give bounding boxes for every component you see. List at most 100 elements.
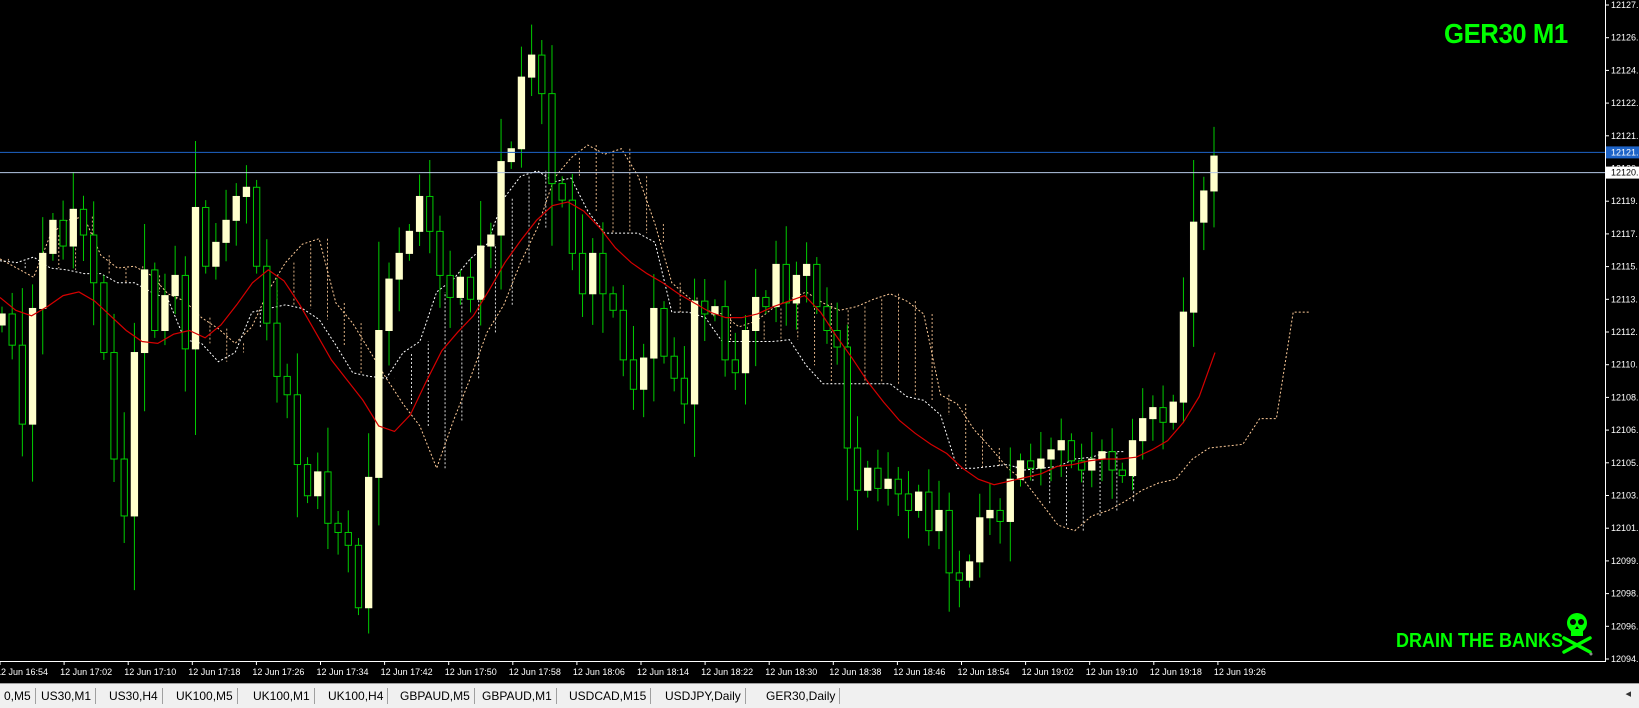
candle-bull bbox=[986, 509, 994, 519]
candle-bull bbox=[527, 54, 536, 78]
candle-bull bbox=[1057, 440, 1065, 451]
price-label: 12094. bbox=[1611, 654, 1639, 664]
candle-bear bbox=[151, 269, 159, 331]
candle-bear bbox=[568, 199, 577, 254]
candle-bull bbox=[976, 517, 984, 563]
candle-bear bbox=[874, 467, 882, 489]
chart-tab[interactable]: UK100,H4 bbox=[324, 688, 389, 704]
candle-bear bbox=[1067, 440, 1076, 462]
price-label: 12122. bbox=[1611, 98, 1639, 108]
candle-bear bbox=[1118, 469, 1126, 477]
chart-tab[interactable]: GER30,Daily bbox=[762, 688, 841, 704]
candle-bear bbox=[955, 572, 964, 581]
price-label: 12117. bbox=[1611, 229, 1638, 239]
candle-bear bbox=[558, 183, 566, 201]
candle-bear bbox=[79, 208, 88, 236]
candle-bear bbox=[1159, 407, 1167, 423]
price-label: 12106. bbox=[1611, 425, 1639, 435]
candle-bull bbox=[140, 269, 149, 354]
candle-bear bbox=[813, 263, 821, 308]
candle-bear bbox=[609, 293, 617, 311]
chart-tab[interactable]: UK100,M5 bbox=[172, 688, 238, 704]
chart-tab[interactable]: GBPAUD,M5 bbox=[396, 688, 475, 704]
watermark-text: DRAIN THE BANKS bbox=[1396, 630, 1564, 652]
candle-bear bbox=[303, 464, 312, 497]
candle-bull bbox=[507, 148, 515, 163]
candle-bear bbox=[660, 307, 668, 357]
price-label: 12099. bbox=[1611, 556, 1639, 566]
candle-bear bbox=[578, 252, 587, 295]
price-label: 12108. bbox=[1611, 392, 1639, 402]
skull-crossbones-icon bbox=[1562, 613, 1593, 656]
time-label: 12 Jun 17:58 bbox=[509, 667, 561, 677]
chart-tab-bar: 0,M5 US30,M1 US30,H4 UK100,M5 UK100,M1 UK100,… bbox=[0, 683, 1639, 708]
candle-bull bbox=[49, 219, 57, 254]
candle-bear bbox=[945, 509, 953, 574]
time-label: 12 Jun 17:02 bbox=[60, 667, 112, 677]
candle-bull bbox=[650, 307, 658, 359]
candle-bear bbox=[731, 359, 739, 374]
chart-background bbox=[0, 0, 1639, 683]
candle-bear bbox=[538, 54, 546, 95]
candle-bull bbox=[772, 263, 780, 308]
candle-bull bbox=[1098, 451, 1106, 460]
candle-bear bbox=[466, 276, 475, 300]
candle-bear bbox=[18, 344, 27, 425]
candle-bull bbox=[161, 295, 169, 332]
candle-bear bbox=[283, 375, 291, 396]
time-label: 12 Jun 18:46 bbox=[893, 667, 945, 677]
candle-bull bbox=[222, 219, 230, 243]
tab-scroll-arrow[interactable]: ◂ bbox=[1625, 687, 1631, 700]
time-label: 12 Jun 19:26 bbox=[1214, 667, 1266, 677]
candle-bull bbox=[589, 252, 597, 295]
candle-bull bbox=[1139, 418, 1147, 442]
candle-bull bbox=[1169, 401, 1177, 423]
candle-bear bbox=[721, 306, 729, 361]
price-label: 12098. bbox=[1611, 589, 1639, 599]
candle-bull bbox=[385, 278, 393, 332]
candle-bull bbox=[405, 230, 414, 254]
candle-bear bbox=[1027, 460, 1035, 469]
candle-bull bbox=[242, 186, 251, 197]
candle-bull bbox=[1006, 478, 1014, 522]
candle-bear bbox=[680, 377, 689, 405]
time-label: 12 Jun 19:18 bbox=[1150, 667, 1202, 677]
candle-bear bbox=[100, 282, 108, 354]
candle-bear bbox=[252, 186, 261, 267]
chart-tab[interactable]: 0,M5 bbox=[0, 688, 36, 704]
candle-bull bbox=[232, 195, 240, 221]
chart-tab[interactable]: GBPAUD,M1 bbox=[478, 688, 557, 704]
price-label: 12124. bbox=[1611, 65, 1639, 75]
time-label: 12 Jun 17:18 bbox=[188, 667, 240, 677]
candle-bear bbox=[446, 274, 454, 298]
candle-bear bbox=[324, 471, 332, 524]
price-chart[interactable]: 12127. 12126. 12124. 12122. 12121. 12120. 1211… bbox=[0, 0, 1639, 683]
candle-bull bbox=[171, 274, 179, 297]
candle-bull bbox=[487, 234, 495, 247]
candle-bear bbox=[344, 531, 352, 546]
candle-bull bbox=[395, 252, 403, 280]
price-label: 12101. bbox=[1611, 523, 1639, 533]
candle-bull bbox=[1179, 311, 1188, 403]
candle-bull bbox=[1037, 458, 1045, 469]
chart-tab[interactable]: UK100,M1 bbox=[249, 688, 315, 704]
candle-bear bbox=[762, 296, 770, 308]
chart-tab[interactable]: US30,H4 bbox=[105, 688, 163, 704]
time-label: 12 Jun 17:26 bbox=[252, 667, 304, 677]
chart-tab[interactable]: USDJPY,Daily bbox=[661, 688, 746, 704]
time-label: 12 Jun 17:50 bbox=[445, 667, 497, 677]
price-label: 12103. bbox=[1611, 491, 1639, 501]
candle-bull bbox=[415, 195, 424, 232]
candle-bull bbox=[884, 478, 892, 489]
candle-bull bbox=[0, 313, 6, 326]
candle-bull bbox=[477, 245, 485, 300]
candle-bull bbox=[802, 263, 811, 276]
candle-bear bbox=[354, 544, 363, 609]
price-label: 12110. bbox=[1611, 360, 1638, 370]
candle-bear bbox=[599, 252, 607, 295]
candle-bull bbox=[914, 491, 923, 511]
time-label: 12 Jun 17:34 bbox=[317, 667, 369, 677]
chart-tab[interactable]: USDCAD,M15 bbox=[565, 688, 652, 704]
candle-bull bbox=[212, 241, 220, 267]
chart-tab[interactable]: US30,M1 bbox=[37, 688, 97, 704]
